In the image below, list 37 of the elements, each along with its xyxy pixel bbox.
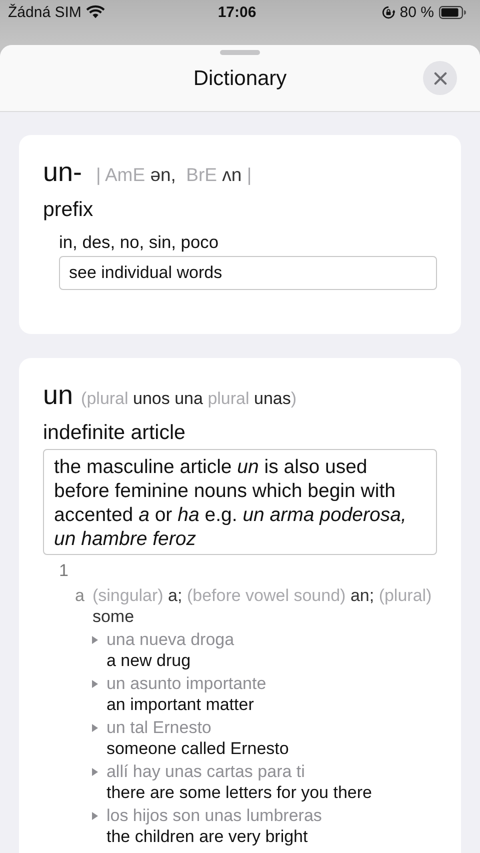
close-button[interactable] — [423, 61, 457, 95]
headword-info: | AmE ən, BrE ʌn | — [96, 164, 252, 186]
sense-letter: a — [75, 585, 84, 607]
example-translation: a new drug — [106, 650, 192, 671]
headword: un — [43, 380, 74, 411]
example-phrase: un tal Ernesto — [106, 717, 212, 738]
wifi-icon — [86, 5, 106, 19]
bullet-icon — [92, 812, 98, 820]
sense-number: 1 — [59, 561, 70, 581]
example-phrase: un asunto importante — [106, 673, 266, 694]
bullet-icon — [92, 724, 98, 732]
close-icon — [434, 72, 446, 84]
carrier-label: Žádná SIM — [8, 4, 82, 20]
rotation-lock-icon — [382, 6, 395, 18]
part-of-speech: indefinite article — [43, 421, 186, 445]
gloss-text: (singular) a; (before vowel sound) an; (plural) some — [92, 585, 433, 627]
bullet-icon — [92, 768, 98, 776]
battery-percent: 80 % — [400, 4, 434, 20]
clock-time: 17:06 — [218, 4, 256, 20]
example-phrase: una nueva droga — [106, 629, 234, 650]
bullet-icon — [92, 636, 98, 644]
bullet-icon — [92, 680, 98, 688]
battery-icon — [439, 6, 466, 18]
example-phrase: allí hay unas cartas para ti — [106, 761, 306, 782]
note-box: the masculine article un is also used before feminine nouns which begin with accented a or ha e.g. un arma poderosa, un hambre feroz — [43, 449, 437, 555]
example-translation: there are some letters for you there — [106, 782, 372, 803]
drag-handle[interactable] — [220, 50, 260, 55]
example-translation: someone called Ernesto — [106, 738, 289, 759]
sheet-title: Dictionary — [193, 66, 287, 90]
note-box: see individual words — [59, 256, 437, 290]
headword: un- — [43, 157, 82, 188]
part-of-speech: prefix — [43, 198, 94, 222]
translation-text: in, des, no, sin, poco — [59, 232, 220, 253]
headword-info: (plural unos una plural unas) — [81, 389, 297, 409]
example-phrase: los hijos son unas lumbreras — [106, 805, 322, 826]
example-translation: the children are very bright — [106, 826, 309, 847]
example-translation: an important matter — [106, 694, 255, 715]
